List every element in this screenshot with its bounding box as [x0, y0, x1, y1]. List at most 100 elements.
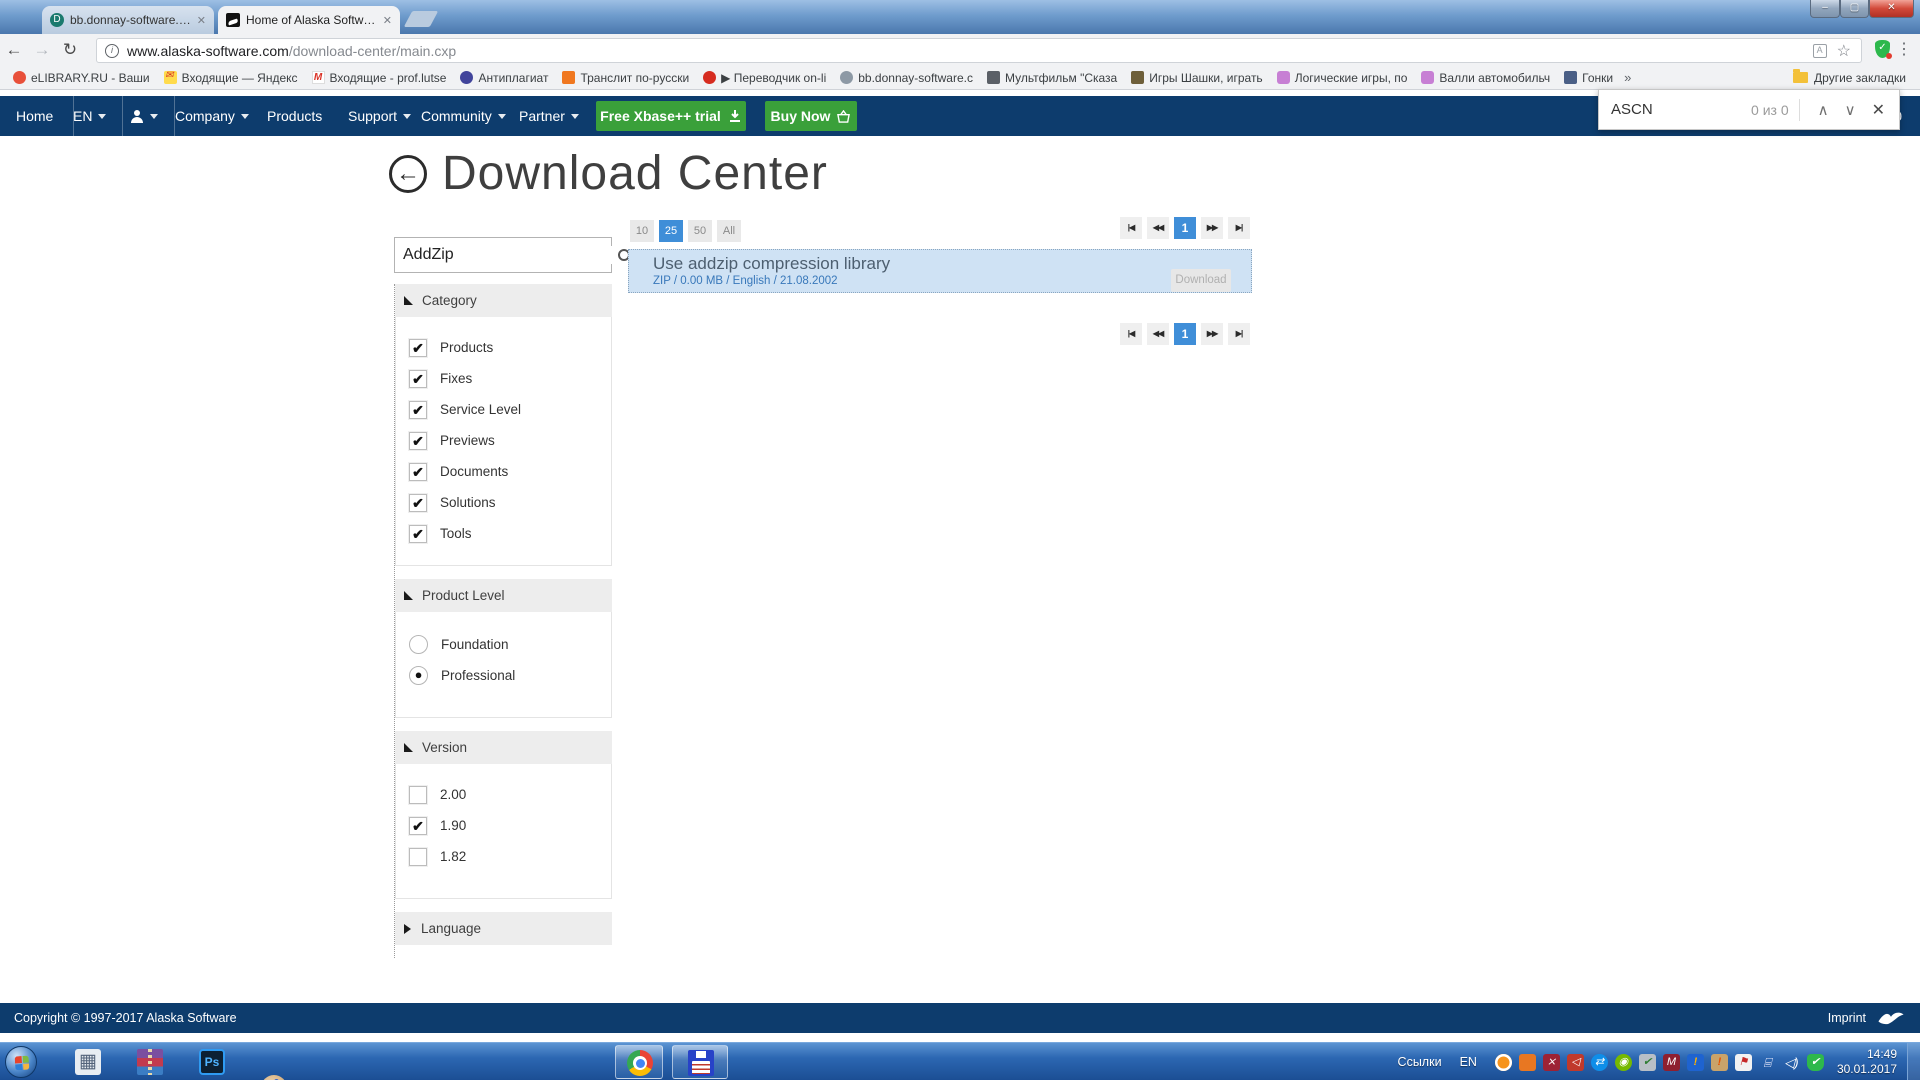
find-next-icon[interactable]: ∨ — [1837, 101, 1864, 119]
close-tab-icon[interactable]: ✕ — [383, 14, 392, 27]
address-bar[interactable]: i www.alaska-software.com/download-cente… — [96, 38, 1862, 63]
first-page-button[interactable]: |◀ — [1120, 217, 1142, 239]
usb-device-icon[interactable]: ✔ — [1639, 1054, 1656, 1071]
show-desktop-button[interactable] — [1907, 1043, 1920, 1080]
checkbox[interactable]: ✔ — [409, 817, 427, 835]
back-button-page[interactable]: ← — [389, 155, 427, 193]
utility-tool-icon[interactable]: ⨯ — [1543, 1054, 1560, 1071]
forward-button[interactable]: → — [28, 40, 56, 60]
action-center-flag-icon[interactable]: ⚑ — [1735, 1054, 1752, 1071]
filter-fixes[interactable]: ✔Fixes — [396, 363, 611, 394]
volume-icon[interactable]: ◁) — [1783, 1054, 1800, 1071]
first-page-button[interactable]: |◀ — [1120, 323, 1142, 345]
updater-icon[interactable] — [1519, 1054, 1536, 1071]
bookmark-item[interactable]: Логические игры, по — [1270, 66, 1415, 89]
filter-solutions[interactable]: ✔Solutions — [396, 487, 611, 518]
radio-professional[interactable]: ●Professional — [396, 660, 611, 691]
audio-manager-icon[interactable]: ◁ — [1567, 1054, 1584, 1071]
page-size-10[interactable]: 10 — [630, 220, 654, 242]
close-tab-icon[interactable]: ✕ — [197, 14, 206, 27]
nav-partner[interactable]: Partner — [519, 96, 579, 136]
download-result-row[interactable]: Use addzip compression library ZIP / 0.0… — [628, 249, 1252, 293]
checkbox[interactable]: ✔ — [409, 401, 427, 419]
version-200[interactable]: 2.00 — [396, 779, 611, 810]
next-page-button[interactable]: ▶▶ — [1201, 323, 1223, 345]
filter-documents[interactable]: ✔Documents — [396, 456, 611, 487]
version-182[interactable]: 1.82 — [396, 841, 611, 872]
antivirus-extension-icon[interactable]: ✓ — [1875, 40, 1890, 58]
calculator-icon[interactable]: ▦ — [75, 1049, 101, 1075]
language-header[interactable]: Language — [395, 912, 612, 945]
language-indicator[interactable]: EN — [1460, 1055, 1477, 1069]
nvidia-icon[interactable]: ◉ — [1615, 1054, 1632, 1071]
bookmark-item[interactable]: bb.donnay-software.c — [833, 66, 980, 89]
page-size-all[interactable]: All — [717, 220, 741, 242]
translate-icon[interactable]: A — [1813, 44, 1827, 58]
current-page[interactable]: 1 — [1174, 323, 1196, 345]
browser-menu-icon[interactable]: ⋮ — [1896, 39, 1912, 59]
new-tab-button[interactable] — [404, 11, 439, 27]
checkbox[interactable]: ✔ — [409, 525, 427, 543]
version-header[interactable]: Version — [395, 731, 612, 764]
filter-previews[interactable]: ✔Previews — [396, 425, 611, 456]
radio-button[interactable] — [409, 635, 428, 654]
find-input[interactable] — [1611, 101, 1731, 118]
maximize-button[interactable]: ▢ — [1840, 0, 1869, 18]
filter-tools[interactable]: ✔Tools — [396, 518, 611, 549]
category-header[interactable]: Category — [395, 284, 612, 317]
page-info-icon[interactable]: i — [105, 44, 119, 58]
back-button[interactable]: ← — [0, 40, 28, 60]
bookmark-item[interactable]: Антиплагиат — [453, 66, 555, 89]
page-size-50[interactable]: 50 — [688, 220, 712, 242]
bookmark-item[interactable]: Входящие — Яндекс — [157, 66, 305, 89]
radio-foundation[interactable]: Foundation — [396, 629, 611, 660]
bookmark-item[interactable]: MВходящие - prof.lutse — [305, 66, 454, 89]
cleaner-warning-icon[interactable]: ! — [1711, 1054, 1728, 1071]
adobe-m-icon[interactable]: M — [1663, 1054, 1680, 1071]
chrome-taskbar-button[interactable] — [615, 1045, 663, 1079]
radio-button[interactable]: ● — [409, 666, 428, 685]
previous-page-button[interactable]: ◀◀ — [1147, 323, 1169, 345]
network-icon[interactable]: ⌸ — [1759, 1054, 1776, 1071]
browser-tab-alaska[interactable]: Home of Alaska Software ✕ — [218, 6, 400, 34]
links-toolbar-label[interactable]: Ссылки — [1398, 1055, 1442, 1069]
nav-products[interactable]: Products — [267, 96, 322, 136]
product-level-header[interactable]: Product Level — [395, 579, 612, 612]
winrar-icon[interactable] — [137, 1049, 163, 1075]
last-page-button[interactable]: ▶| — [1228, 217, 1250, 239]
version-190[interactable]: ✔1.90 — [396, 810, 611, 841]
checkbox[interactable]: ✔ — [409, 339, 427, 357]
download-button[interactable]: Download — [1171, 269, 1231, 292]
find-previous-icon[interactable]: ∧ — [1810, 101, 1837, 119]
bookmark-item[interactable]: Мультфильм "Сказа — [980, 66, 1124, 89]
previous-page-button[interactable]: ◀◀ — [1147, 217, 1169, 239]
floppy-app-taskbar-button[interactable] — [672, 1045, 728, 1079]
nav-account[interactable] — [114, 96, 175, 136]
checkbox[interactable]: ✔ — [409, 494, 427, 512]
checkbox[interactable]: ✔ — [409, 463, 427, 481]
last-page-button[interactable]: ▶| — [1228, 323, 1250, 345]
cloud-warning-icon[interactable]: ! — [1687, 1054, 1704, 1071]
bookmark-item[interactable]: Транслит по-русски — [555, 66, 696, 89]
java-update-icon[interactable] — [1495, 1054, 1512, 1071]
current-page[interactable]: 1 — [1174, 217, 1196, 239]
photoshop-icon[interactable]: Ps — [199, 1049, 225, 1075]
teamviewer-icon[interactable]: ⇄ — [1591, 1054, 1608, 1071]
bookmark-item[interactable]: eLIBRARY.RU - Ваши — [6, 66, 157, 89]
buy-now-button[interactable]: Buy Now — [765, 101, 857, 131]
bookmark-star-icon[interactable]: ☆ — [1837, 41, 1851, 61]
nav-company[interactable]: Company — [175, 96, 249, 136]
minimize-button[interactable]: – — [1810, 0, 1840, 18]
checkbox[interactable]: ✔ — [409, 370, 427, 388]
bookmark-item[interactable]: Гонки — [1557, 66, 1620, 89]
other-bookmarks-button[interactable]: Другие закладки — [1786, 66, 1914, 89]
find-close-icon[interactable]: ✕ — [1864, 100, 1887, 120]
taskbar-clock[interactable]: 14:49 30.01.2017 — [1837, 1047, 1897, 1077]
checkbox[interactable] — [409, 786, 427, 804]
bookmarks-overflow-chevron[interactable]: » — [1624, 70, 1631, 85]
close-window-button[interactable]: ✕ — [1869, 0, 1914, 18]
imprint-link[interactable]: Imprint — [1828, 1011, 1866, 1025]
security-shield-icon[interactable]: ✔ — [1807, 1054, 1824, 1071]
page-size-25[interactable]: 25 — [659, 220, 683, 242]
paint-icon[interactable] — [261, 1075, 287, 1080]
